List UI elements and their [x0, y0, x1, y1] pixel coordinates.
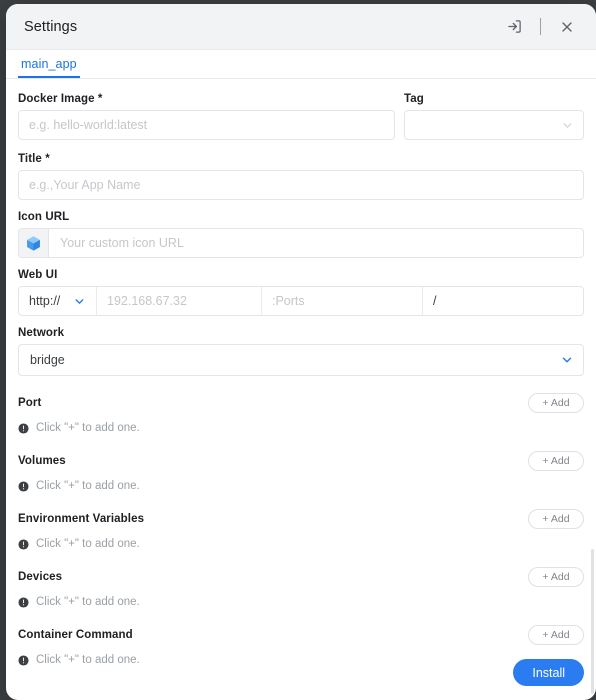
section-title: Devices [18, 571, 63, 583]
tag-group: Tag [404, 93, 584, 140]
empty-hint-text: Click "+" to add one. [36, 596, 140, 608]
port-placeholder: :Ports [272, 294, 305, 308]
settings-form: Docker Image * e.g. hello-world:latest T… [6, 79, 596, 700]
info-icon [18, 596, 29, 608]
tag-label: Tag [404, 93, 424, 105]
close-icon[interactable] [552, 12, 582, 42]
add-button[interactable]: + Add [528, 451, 584, 471]
info-icon [18, 480, 29, 492]
settings-dialog: Settings main_app Docker Image * e.g. he… [6, 4, 596, 700]
protocol-value: http:// [29, 294, 61, 308]
network-group: Network bridge [18, 327, 584, 376]
empty-hint: Click "+" to add one. [18, 654, 584, 666]
path-value: / [433, 294, 437, 308]
empty-hint-text: Click "+" to add one. [36, 538, 140, 550]
sections-list: Port + Add Click "+" to add one. Volumes + A… [18, 392, 584, 666]
chevron-down-icon [73, 295, 86, 308]
titlebar-actions [499, 12, 582, 42]
icon-url-group: Icon URL Your custom icon URL [18, 211, 584, 258]
section-volumes: Volumes + Add Click "+" to add one. [18, 450, 584, 492]
network-value: bridge [30, 353, 65, 367]
chevron-down-icon [561, 119, 574, 132]
section-port: Port + Add Click "+" to add one. [18, 392, 584, 434]
section-container-command: Container Command + Add Click "+" to add o… [18, 624, 584, 666]
log-in-icon[interactable] [499, 12, 529, 42]
add-button[interactable]: + Add [528, 509, 584, 529]
title-placeholder: e.g.,Your App Name [29, 178, 141, 192]
port-input[interactable]: :Ports [262, 287, 423, 315]
title-group: Title * e.g.,Your App Name [18, 153, 584, 200]
empty-hint: Click "+" to add one. [18, 596, 584, 608]
section-devices: Devices + Add Click "+" to add one. [18, 566, 584, 608]
section-header: Environment Variables + Add [18, 508, 584, 530]
tab-main-app[interactable]: main_app [18, 57, 80, 78]
web-ui-row: http:// 192.168.67.32 :Ports / [18, 286, 584, 316]
title-input[interactable]: e.g.,Your App Name [18, 170, 584, 200]
docker-image-row: Docker Image * e.g. hello-world:latest T… [18, 93, 584, 140]
empty-hint-text: Click "+" to add one. [36, 422, 140, 434]
info-icon [18, 538, 29, 550]
empty-hint-text: Click "+" to add one. [36, 654, 140, 666]
titlebar-divider [540, 18, 541, 35]
icon-url-label: Icon URL [18, 211, 70, 223]
section-title: Container Command [18, 629, 133, 641]
tab-bar: main_app [6, 50, 596, 79]
icon-url-text: Your custom icon URL [49, 229, 583, 257]
scrollbar-thumb[interactable] [591, 549, 594, 694]
docker-image-group: Docker Image * e.g. hello-world:latest [18, 93, 395, 140]
add-button[interactable]: + Add [528, 393, 584, 413]
section-header: Port + Add [18, 392, 584, 414]
section-title: Volumes [18, 455, 66, 467]
path-input[interactable]: / [423, 287, 583, 315]
icon-url-placeholder: Your custom icon URL [60, 236, 184, 250]
icon-url-input[interactable]: Your custom icon URL [18, 228, 584, 258]
section-environment-variables: Environment Variables + Add Click "+" to a… [18, 508, 584, 550]
title-label: Title * [18, 153, 50, 165]
section-title: Environment Variables [18, 513, 145, 525]
empty-hint: Click "+" to add one. [18, 422, 584, 434]
web-ui-group: Web UI http:// 192.168.67.32 :Ports / [18, 269, 584, 316]
protocol-select[interactable]: http:// [19, 287, 97, 315]
install-button[interactable]: Install [513, 659, 584, 686]
host-placeholder: 192.168.67.32 [107, 294, 187, 308]
empty-hint: Click "+" to add one. [18, 538, 584, 550]
dialog-titlebar: Settings [6, 4, 596, 50]
section-header: Volumes + Add [18, 450, 584, 472]
empty-hint: Click "+" to add one. [18, 480, 584, 492]
docker-image-label: Docker Image * [18, 93, 103, 105]
docker-image-placeholder: e.g. hello-world:latest [29, 118, 148, 132]
section-title: Port [18, 397, 42, 409]
network-label: Network [18, 327, 65, 339]
chevron-down-icon [560, 353, 574, 367]
section-header: Devices + Add [18, 566, 584, 588]
section-header: Container Command + Add [18, 624, 584, 646]
info-icon [18, 422, 29, 434]
network-select[interactable]: bridge [18, 344, 584, 376]
dialog-footer: Install [513, 659, 584, 686]
host-input[interactable]: 192.168.67.32 [97, 287, 262, 315]
web-ui-label: Web UI [18, 269, 58, 281]
info-icon [18, 654, 29, 666]
add-button[interactable]: + Add [528, 625, 584, 645]
docker-image-input[interactable]: e.g. hello-world:latest [18, 110, 395, 140]
tag-select[interactable] [404, 110, 584, 140]
empty-hint-text: Click "+" to add one. [36, 480, 140, 492]
add-button[interactable]: + Add [528, 567, 584, 587]
cube-icon [19, 229, 49, 257]
dialog-title: Settings [24, 18, 78, 35]
